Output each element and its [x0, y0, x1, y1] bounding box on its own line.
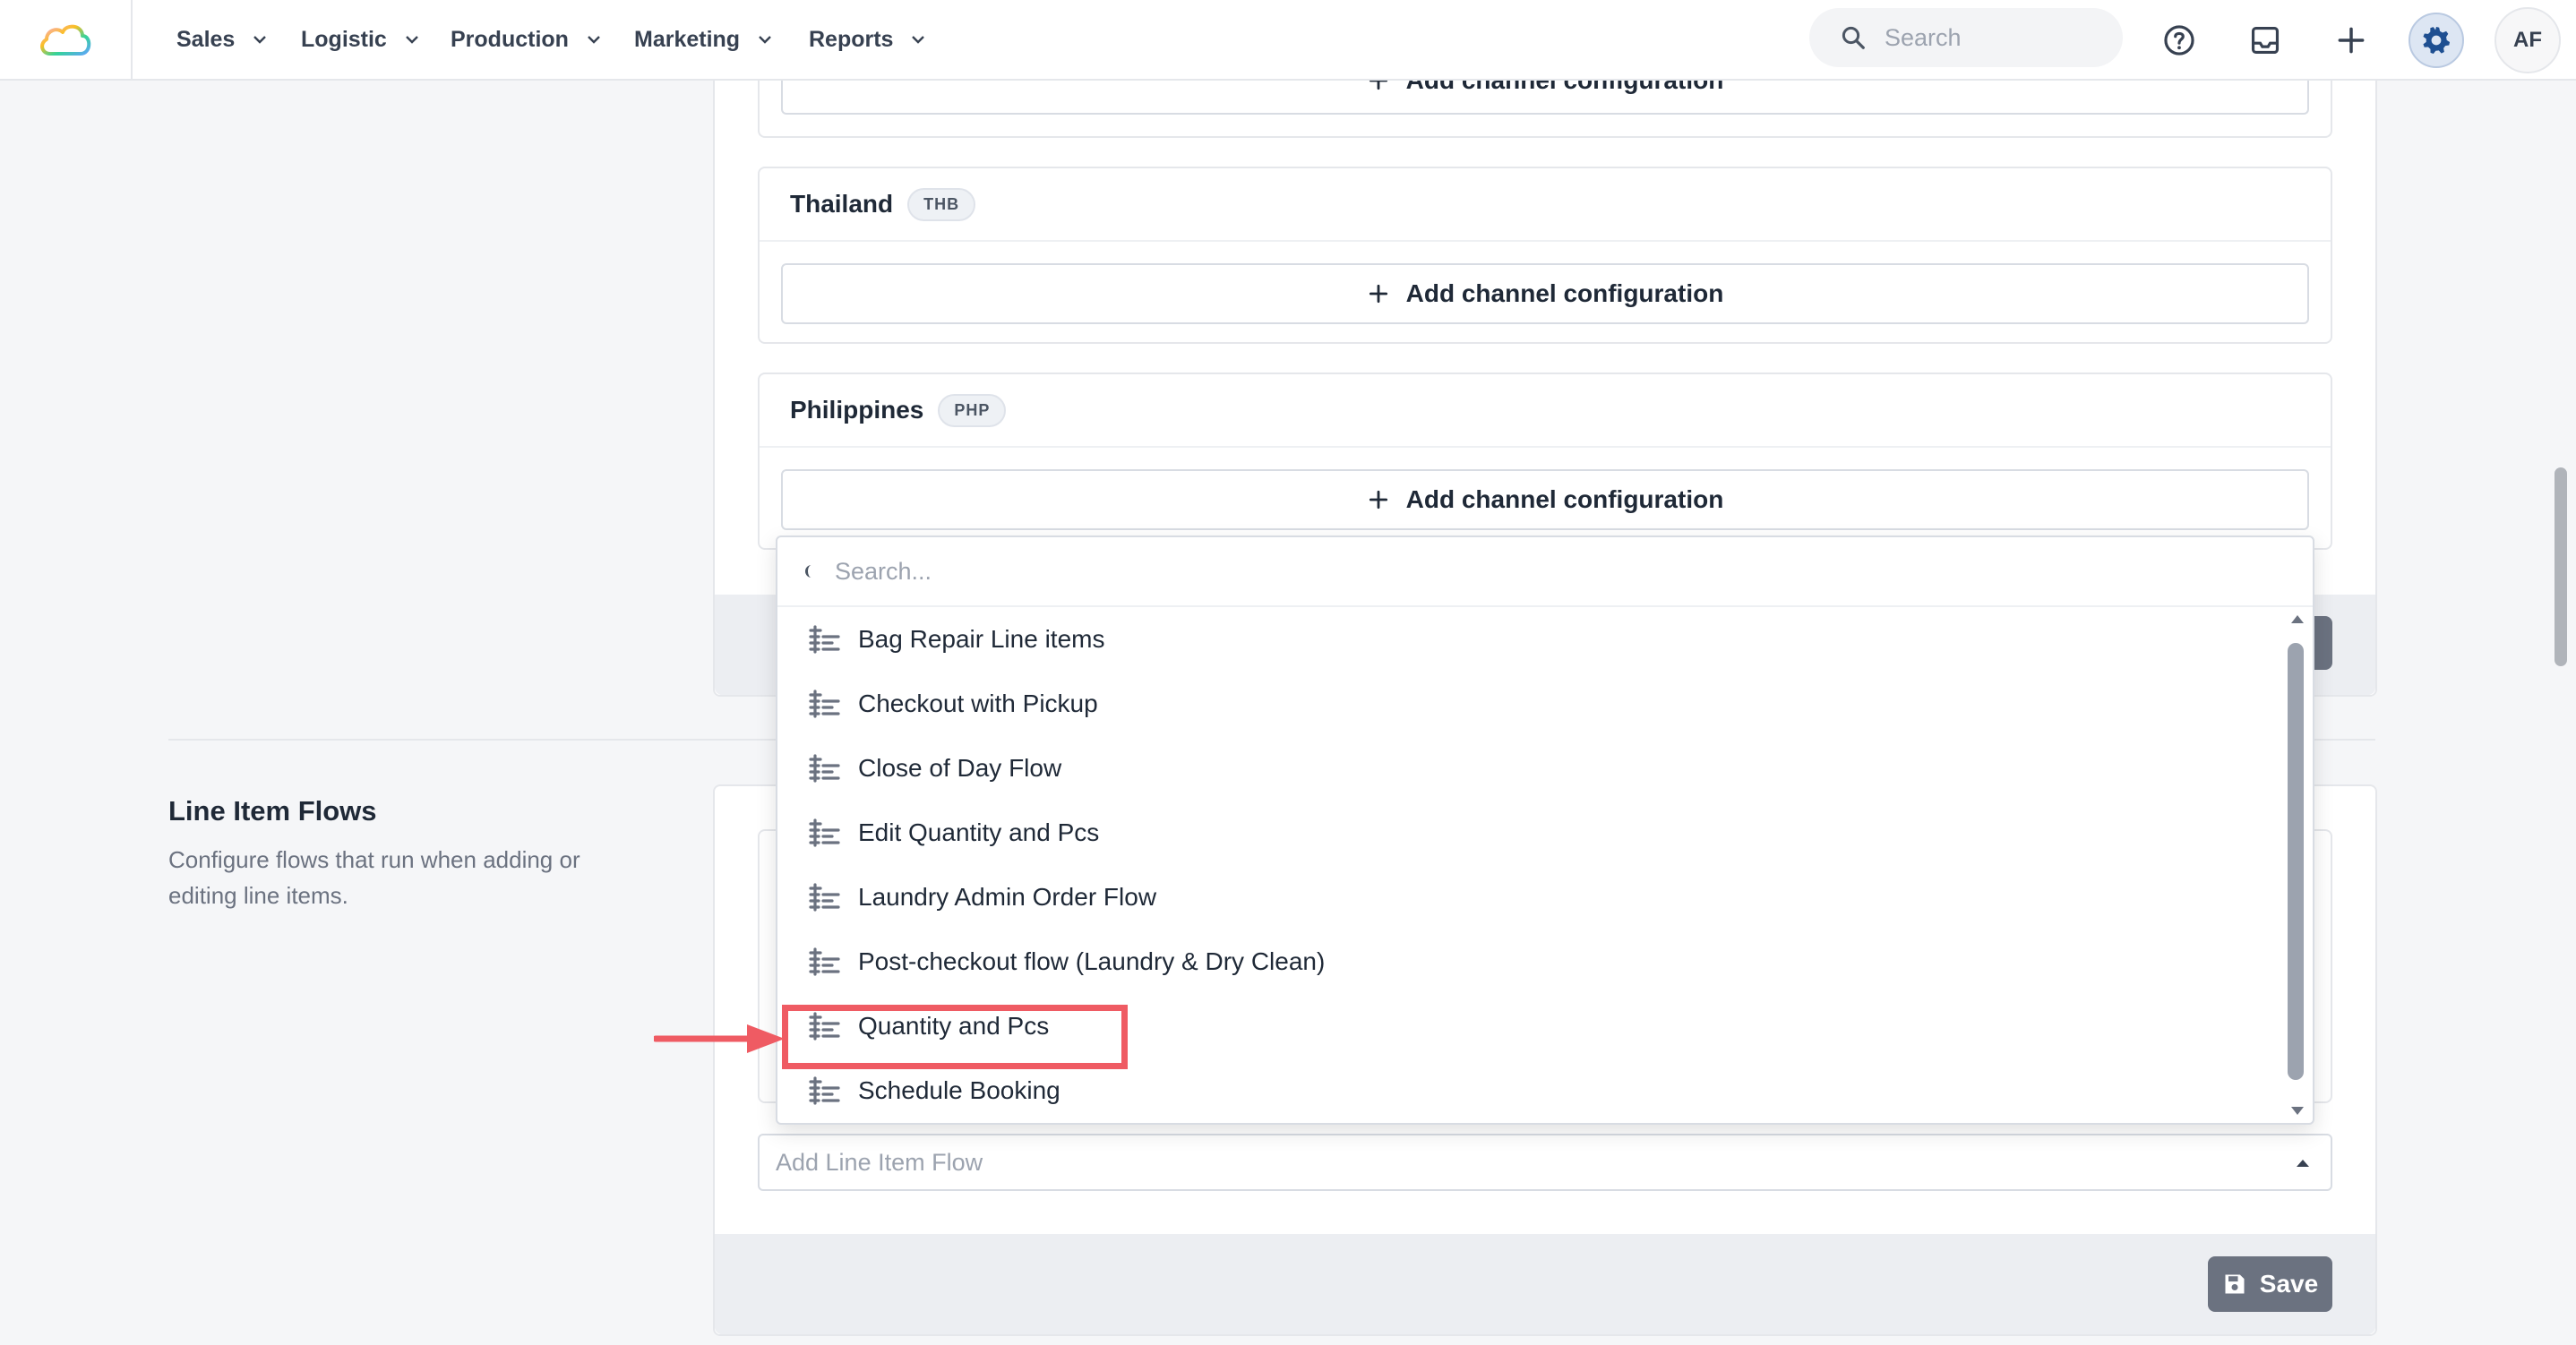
- nav-production-label: Production: [451, 26, 569, 52]
- section-description: Configure flows that run when adding or …: [168, 846, 580, 909]
- dropdown-scroll-thumb[interactable]: [2288, 643, 2304, 1080]
- flow-icon: [809, 947, 840, 976]
- option-label: Bag Repair Line items: [858, 625, 1105, 653]
- add-line-item-flow-select[interactable]: Add Line Item Flow: [758, 1134, 2332, 1191]
- floppy-disk-icon: [2225, 1274, 2245, 1294]
- flow-icon: [809, 690, 840, 718]
- country-card-header: Philippines PHP: [760, 374, 2331, 448]
- option-label: Post-checkout flow (Laundry & Dry Clean): [858, 947, 1326, 975]
- dropdown-option[interactable]: Bag Repair Line items: [777, 607, 2277, 672]
- option-label: Laundry Admin Order Flow: [858, 883, 1157, 911]
- flow-icon: [809, 1076, 840, 1105]
- save-button[interactable]: Save: [2208, 1256, 2332, 1312]
- country-card-thailand: Thailand THB Add channel configuration: [758, 167, 2332, 344]
- search-icon: [805, 565, 811, 578]
- country-card-header: Thailand THB: [760, 168, 2331, 242]
- inbox-button[interactable]: [2237, 13, 2293, 68]
- page: Sales Logistic Production Marketing Repo…: [0, 0, 2576, 1345]
- chevron-down-icon: [912, 36, 925, 44]
- dropdown-option[interactable]: Edit Quantity and Pcs: [777, 801, 2277, 865]
- nav-marketing[interactable]: Marketing: [634, 20, 774, 59]
- country-name: Thailand: [790, 190, 894, 218]
- app-logo[interactable]: [0, 0, 133, 79]
- currency-badge: PHP: [938, 393, 1007, 427]
- nav-sales[interactable]: Sales: [176, 20, 269, 59]
- nav-reports[interactable]: Reports: [809, 20, 927, 59]
- nav-sales-label: Sales: [176, 26, 236, 52]
- flow-icon: [809, 883, 840, 912]
- nav-production[interactable]: Production: [451, 20, 603, 59]
- nav-logistic[interactable]: Logistic: [301, 20, 421, 59]
- nav-reports-label: Reports: [809, 26, 894, 52]
- page-scrollbar[interactable]: [2555, 467, 2567, 666]
- option-label: Close of Day Flow: [858, 754, 1062, 782]
- option-label: Checkout with Pickup: [858, 690, 1098, 717]
- top-navigation-bar: Sales Logistic Production Marketing Repo…: [0, 0, 2576, 81]
- plus-icon: [1369, 284, 1387, 304]
- add-channel-config-button[interactable]: Add channel configuration: [781, 263, 2309, 324]
- plus-icon: [2338, 27, 2365, 54]
- dropdown-option[interactable]: Laundry Admin Order Flow: [777, 865, 2277, 930]
- settings-button[interactable]: [2409, 13, 2464, 68]
- currency-badge: THB: [907, 187, 976, 221]
- search-placeholder: Search: [1885, 23, 1962, 51]
- chevron-down-icon: [405, 36, 418, 44]
- add-button[interactable]: [2323, 13, 2379, 68]
- add-channel-config-label: Add channel configuration: [1405, 485, 1724, 513]
- inbox-icon: [2251, 26, 2280, 55]
- scroll-up-arrow-icon[interactable]: [2289, 613, 2306, 625]
- chevron-down-icon: [759, 36, 771, 44]
- chevron-down-icon: [588, 36, 600, 44]
- country-name: Philippines: [790, 396, 924, 424]
- add-channel-config-label: Add channel configuration: [1405, 279, 1724, 307]
- dropdown-option[interactable]: Close of Day Flow: [777, 736, 2277, 801]
- flow-icon: [809, 818, 840, 847]
- dropdown-option[interactable]: Checkout with Pickup: [777, 672, 2277, 736]
- plus-icon: [1369, 490, 1387, 510]
- scroll-down-arrow-icon[interactable]: [2289, 1105, 2306, 1118]
- dropdown-option[interactable]: Post-checkout flow (Laundry & Dry Clean): [777, 930, 2277, 994]
- flow-icon: [809, 625, 840, 654]
- nav-logistic-label: Logistic: [301, 26, 387, 52]
- flow-icon: [809, 754, 840, 783]
- dropdown-search-placeholder: Search...: [835, 557, 932, 585]
- global-search-input[interactable]: Search: [1809, 8, 2123, 67]
- option-label: Edit Quantity and Pcs: [858, 818, 1100, 846]
- highlight-annotation: [782, 1005, 1128, 1069]
- add-channel-config-button[interactable]: Add channel configuration: [781, 469, 2309, 530]
- help-button[interactable]: [2151, 13, 2207, 68]
- panel-footer: [715, 1234, 2375, 1334]
- save-label: Save: [2259, 1270, 2319, 1298]
- search-icon: [1842, 26, 1865, 49]
- gear-icon: [2423, 26, 2451, 55]
- caret-up-icon: [2297, 1160, 2309, 1167]
- country-card-philippines: Philippines PHP Add channel configuratio…: [758, 373, 2332, 550]
- flow-select-placeholder: Add Line Item Flow: [776, 1148, 983, 1176]
- chevron-down-icon: [253, 36, 267, 44]
- section-title: Line Item Flows: [168, 795, 377, 827]
- user-avatar[interactable]: AF: [2494, 7, 2561, 73]
- dropdown-search-input[interactable]: Search...: [777, 537, 2313, 607]
- nav-marketing-label: Marketing: [634, 26, 741, 52]
- cloud-logo-icon: [40, 24, 91, 56]
- arrow-right-icon: [654, 1024, 785, 1053]
- avatar-initials: AF: [2513, 28, 2542, 52]
- help-circle-icon: [2164, 25, 2194, 56]
- option-label: Schedule Booking: [858, 1076, 1060, 1104]
